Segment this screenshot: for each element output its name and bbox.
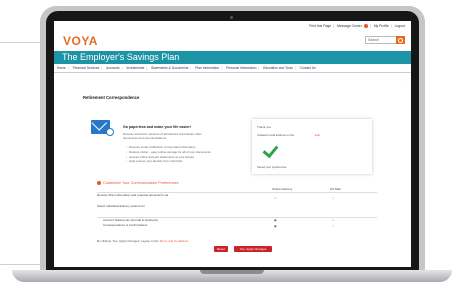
util-link-logout[interactable]: Logout (395, 24, 405, 28)
row-label: Account Statements (Annual & Quarterly) (103, 218, 159, 222)
terms-footnote: By clicking 'Yes, Apply Changes' I agree… (97, 239, 188, 243)
reset-button[interactable]: Reset (214, 246, 228, 252)
camera-dot (230, 16, 233, 19)
edit-link[interactable]: Edit (315, 133, 320, 137)
apply-changes-button[interactable]: Yes, Apply Changes (234, 246, 272, 252)
table-row: Account Statements (Annual & Quarterly) (97, 217, 377, 222)
nav-item-home[interactable]: Home (57, 66, 66, 70)
benefits-list: Receive email notification of important … (126, 145, 224, 164)
plan-title: The Employer's Savings Plan (62, 52, 180, 62)
share-icon[interactable]: ◦ (406, 67, 410, 75)
nav-item-statements[interactable]: Statements & Documents (151, 66, 188, 70)
intro-heading: Go paperless and make your life easier! (123, 125, 191, 129)
nav-item-accounts[interactable]: Accounts (106, 66, 120, 70)
intro-text: Receive electronic versions of all Defin… (123, 132, 202, 140)
table-row: Receive Plan information and required do… (97, 192, 377, 197)
voya-logo[interactable]: VOYA (63, 34, 98, 48)
search-icon[interactable] (396, 36, 405, 44)
util-link-print[interactable]: Print this Page (309, 24, 331, 28)
util-link-profile[interactable]: My Profile (374, 24, 389, 28)
checkmark-icon (262, 141, 279, 159)
utility-nav: Print this Page | Message Center | My Prof… (309, 24, 405, 29)
mail-radio[interactable]: ✓ (332, 218, 335, 222)
laptop-notch (200, 270, 264, 274)
divider-top (0, 42, 40, 43)
confirmation-card: Thank you Updated email address on file … (252, 119, 372, 174)
divider-bottom (0, 264, 40, 265)
page-title: Retirement Correspondence (83, 95, 140, 100)
online-checkbox[interactable]: ✓ (274, 196, 277, 200)
row-label: Correspondence & Confirmations (103, 223, 148, 227)
share-icon[interactable]: ◦ (406, 75, 410, 83)
table-row: Select individual delivery options for (97, 204, 377, 208)
notification-dot (363, 24, 368, 29)
share-icons: ◦ ◦ ◦ ◦ (406, 59, 410, 91)
row-label: Receive Plan information and required do… (97, 193, 169, 197)
nav-item-plan-info[interactable]: Plan Information (195, 66, 219, 70)
mail-radio[interactable]: ○ (332, 224, 334, 228)
nav-item-financial-services[interactable]: Financial Services (73, 66, 100, 70)
share-icon[interactable]: ◦ (406, 59, 410, 67)
table-row: Correspondence & Confirmations (97, 223, 377, 227)
share-icon[interactable]: ◦ (406, 83, 410, 91)
row-label: Select individual delivery options for (97, 204, 145, 208)
refresh-badge-icon (106, 128, 114, 136)
main-nav: Home | Financial Services | Accounts | Inve… (54, 65, 411, 73)
list-item: Help protect your identity from mail the… (126, 159, 224, 164)
util-link-messages[interactable]: Message Center (337, 24, 362, 28)
column-header-mail: US Mail (330, 187, 341, 191)
plus-icon (97, 181, 101, 185)
card-footer: Saved your preferences (257, 165, 287, 169)
footnote-text: By clicking 'Yes, Apply Changes' I agree… (97, 239, 159, 243)
nav-item-investments[interactable]: Investments (126, 66, 144, 70)
mail-checkbox[interactable]: ○ (332, 196, 334, 200)
online-radio[interactable]: ◉ (274, 224, 277, 228)
card-email-line: Updated email address on file (257, 133, 295, 137)
card-heading: Thank you (257, 125, 272, 129)
terms-link[interactable]: Terms and Conditions (159, 239, 188, 243)
online-radio[interactable]: ◉ (274, 218, 277, 222)
customize-preferences-link[interactable]: Customize Your Communication Preferences (97, 181, 179, 185)
nav-item-contact[interactable]: Contact Us (300, 66, 316, 70)
nav-item-education[interactable]: Education and Tools (263, 66, 293, 70)
nav-item-personal-info[interactable]: Personal Information (226, 66, 256, 70)
customize-preferences-label: Customize Your Communication Preferences (103, 181, 179, 185)
column-header-online: Online Delivery (272, 187, 293, 191)
laptop-screen: Print this Page | Message Center | My Prof… (54, 21, 411, 267)
list-item: Reduce clutter - easy online storage for… (126, 150, 224, 155)
